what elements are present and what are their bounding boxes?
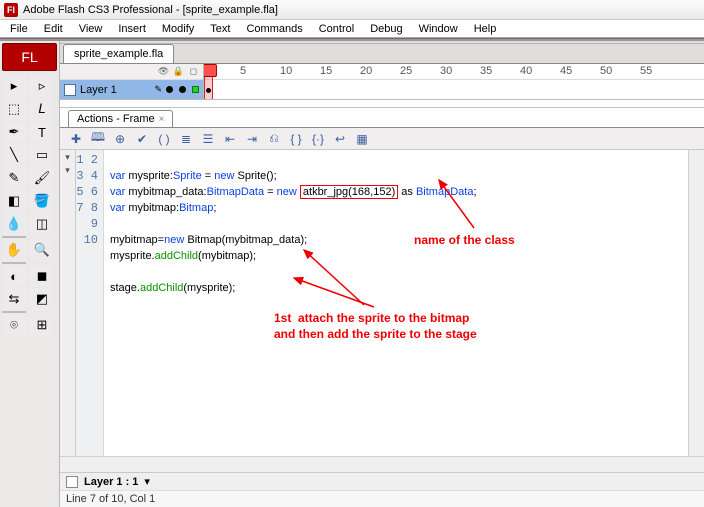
outline-color-icon[interactable] bbox=[192, 86, 199, 93]
menu-insert[interactable]: Insert bbox=[110, 21, 154, 37]
layer-name: Layer 1 bbox=[80, 84, 150, 96]
pen-tool[interactable]: ✒ bbox=[2, 121, 26, 143]
close-icon[interactable]: × bbox=[159, 114, 165, 125]
brush-tool[interactable]: 🖌 bbox=[30, 167, 54, 189]
line-gutter: 1 2 3 4 5 6 7 8 9 10 bbox=[76, 150, 104, 456]
fold-icon[interactable]: ▾ bbox=[65, 165, 70, 176]
subselection-tool[interactable]: ▹ bbox=[30, 75, 54, 97]
outline-icon[interactable]: ◻ bbox=[188, 66, 199, 77]
fill-color[interactable]: ◼ bbox=[30, 265, 54, 287]
edit-icon: ✎ bbox=[154, 84, 162, 95]
annotation-class-name: name of the class bbox=[414, 232, 515, 248]
rectangle-tool[interactable]: ▭ bbox=[30, 144, 54, 166]
app-logo-icon: Fl bbox=[4, 3, 18, 17]
menu-text[interactable]: Text bbox=[202, 21, 238, 37]
pencil-tool[interactable]: ✎ bbox=[2, 167, 26, 189]
menu-debug[interactable]: Debug bbox=[362, 21, 410, 37]
add-script-icon[interactable]: ✚ bbox=[68, 131, 84, 147]
remove-comment-icon[interactable]: ↩ bbox=[332, 131, 348, 147]
script-assist-icon[interactable]: ▦ bbox=[354, 131, 370, 147]
menu-view[interactable]: View bbox=[71, 21, 111, 37]
title-text: Adobe Flash CS3 Professional - [sprite_e… bbox=[23, 4, 278, 16]
document-tab[interactable]: sprite_example.fla bbox=[63, 44, 174, 63]
check-syntax-icon[interactable]: ✔ bbox=[134, 131, 150, 147]
lock-dot-icon[interactable] bbox=[179, 86, 186, 93]
eraser-tool[interactable]: ◫ bbox=[30, 213, 54, 235]
code-editor[interactable]: var mysprite:Sprite = new Sprite(); var … bbox=[104, 150, 704, 456]
menu-file[interactable]: File bbox=[2, 21, 36, 37]
flash-badge-icon: FL bbox=[2, 43, 57, 71]
line-tool[interactable]: ╲ bbox=[2, 144, 26, 166]
debug-options-icon[interactable]: ☰ bbox=[200, 131, 216, 147]
menu-control[interactable]: Control bbox=[311, 21, 362, 37]
tool-separator bbox=[2, 236, 26, 238]
show-hint-icon[interactable]: ≣ bbox=[178, 131, 194, 147]
keyframe-icon bbox=[206, 88, 211, 93]
visibility-dot-icon[interactable] bbox=[166, 86, 173, 93]
expand-all-icon[interactable]: ⎌ bbox=[266, 131, 282, 147]
menu-commands[interactable]: Commands bbox=[238, 21, 310, 37]
horizontal-scrollbar[interactable] bbox=[60, 456, 704, 472]
tools-panel: FL ▸ ▹ ⬚ 𝘓 ✒ T ╲ ▭ ✎ 🖌 ◧ 🪣 💧 ◫ ✋ 🔍 ◐ ◼ ⇆… bbox=[0, 41, 60, 507]
hand-tool[interactable]: ✋ bbox=[2, 239, 26, 261]
timeline-ruler[interactable]: 1 5 10 15 20 25 30 35 40 45 50 55 bbox=[204, 64, 704, 80]
status-bar: Line 7 of 10, Col 1 bbox=[60, 490, 704, 507]
layer-row[interactable]: Layer 1 ✎ bbox=[60, 80, 203, 99]
actions-tab[interactable]: Actions - Frame × bbox=[68, 110, 173, 127]
stroke-color[interactable]: ◐ bbox=[2, 265, 26, 287]
layer-icon bbox=[64, 84, 76, 96]
menu-edit[interactable]: Edit bbox=[36, 21, 71, 37]
apply-block-comment-icon[interactable]: { } bbox=[288, 131, 304, 147]
free-transform-tool[interactable]: ⬚ bbox=[2, 98, 26, 120]
annotation-attach: 1st attach the sprite to the bitmap and … bbox=[274, 310, 477, 342]
lock-icon[interactable]: 🔒 bbox=[173, 66, 184, 77]
zoom-tool[interactable]: 🔍 bbox=[30, 239, 54, 261]
ink-bottle-tool[interactable]: ◧ bbox=[2, 190, 26, 212]
menu-bar: File Edit View Insert Modify Text Comman… bbox=[0, 20, 704, 38]
page-icon bbox=[66, 476, 78, 488]
option-tool[interactable]: ⊞ bbox=[30, 314, 54, 336]
lasso-tool[interactable]: 𝘓 bbox=[30, 98, 54, 120]
eyedropper-tool[interactable]: 💧 bbox=[2, 213, 26, 235]
find-icon[interactable]: 🕮 bbox=[90, 131, 106, 147]
tool-separator bbox=[2, 262, 26, 264]
actions-toolbar: ✚ 🕮 ⊕ ✔ ( ) ≣ ☰ ⇤ ⇥ ⎌ { } {·} ↩ ▦ bbox=[60, 128, 704, 150]
paint-bucket-tool[interactable]: 🪣 bbox=[30, 190, 54, 212]
annotated-class-name: atkbr_jpg(168,152) bbox=[300, 185, 398, 199]
selection-tool[interactable]: ▸ bbox=[2, 75, 26, 97]
menu-modify[interactable]: Modify bbox=[154, 21, 202, 37]
auto-format-icon[interactable]: ( ) bbox=[156, 131, 172, 147]
text-tool[interactable]: T bbox=[30, 121, 54, 143]
dropdown-icon[interactable]: ▾ bbox=[144, 475, 150, 488]
timeline-panel: 👁 🔒 ◻ Layer 1 ✎ 1 bbox=[60, 64, 704, 100]
document-tabs: sprite_example.fla bbox=[60, 44, 704, 64]
fold-icon[interactable]: ▾ bbox=[65, 152, 70, 163]
menu-help[interactable]: Help bbox=[466, 21, 505, 37]
default-colors[interactable]: ◩ bbox=[30, 288, 54, 310]
tool-separator bbox=[2, 311, 26, 313]
target-path-icon[interactable]: ⊕ bbox=[112, 131, 128, 147]
title-bar: Fl Adobe Flash CS3 Professional - [sprit… bbox=[0, 0, 704, 20]
code-fold-strip[interactable]: ▾ ▾ bbox=[60, 150, 76, 456]
playhead[interactable] bbox=[204, 64, 213, 99]
snap-tool[interactable]: ⌾ bbox=[2, 314, 26, 336]
swap-colors[interactable]: ⇆ bbox=[2, 288, 26, 310]
vertical-scrollbar[interactable] bbox=[688, 150, 704, 456]
actions-panel: Actions - Frame × ✚ 🕮 ⊕ ✔ ( ) ≣ ☰ ⇤ ⇥ ⎌ … bbox=[60, 107, 704, 507]
script-nav[interactable]: Layer 1 : 1 ▾ bbox=[60, 472, 704, 490]
collapse-between-icon[interactable]: ⇤ bbox=[222, 131, 238, 147]
collapse-selection-icon[interactable]: ⇥ bbox=[244, 131, 260, 147]
frames-row[interactable] bbox=[204, 80, 704, 99]
apply-line-comment-icon[interactable]: {·} bbox=[310, 131, 326, 147]
menu-window[interactable]: Window bbox=[411, 21, 466, 37]
show-hide-icon[interactable]: 👁 bbox=[158, 66, 169, 77]
